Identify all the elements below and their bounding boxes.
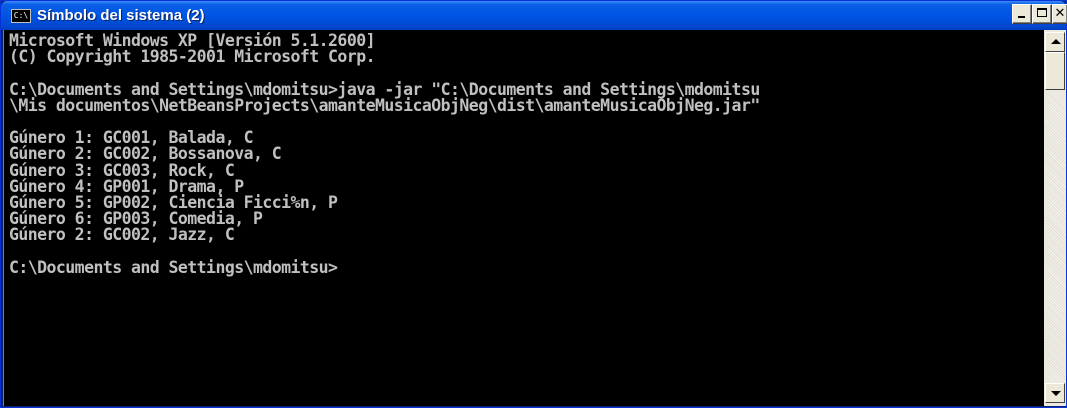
maximize-icon [1037,8,1047,17]
scrollbar-thumb[interactable] [1045,52,1065,90]
scroll-down-button[interactable] [1045,383,1065,403]
console-line: (C) Copyright 1985-2001 Microsoft Corp. [9,47,376,67]
minimize-button[interactable] [1012,4,1032,24]
console-line: Gúnero 2: GC002, Jazz, C [9,225,235,245]
scroll-up-button[interactable] [1045,32,1065,52]
cmd-icon[interactable]: C:\ [11,9,31,23]
close-button[interactable]: ✕ [1052,4,1067,24]
command-prompt-window: C:\ Símbolo del sistema (2) ✕ Microsoft … [0,0,1067,408]
window-title: Símbolo del sistema (2) [37,7,205,24]
console-text: Microsoft Windows XP [Versión 5.1.2600](… [4,30,1044,276]
title-bar[interactable]: C:\ Símbolo del sistema (2) ✕ [1,1,1067,30]
vertical-scrollbar[interactable] [1044,30,1066,406]
console-output[interactable]: Microsoft Windows XP [Versión 5.1.2600](… [3,30,1044,406]
close-icon: ✕ [1054,6,1066,21]
arrow-down-icon [1051,391,1061,396]
console-prompt-line[interactable]: C:\Documents and Settings\mdomitsu> [9,259,1044,276]
arrow-up-icon [1051,39,1061,44]
maximize-button[interactable] [1032,4,1052,24]
minimize-icon [1018,16,1025,18]
console-line: \Mis documentos\NetBeansProjects\amanteM… [9,95,760,115]
